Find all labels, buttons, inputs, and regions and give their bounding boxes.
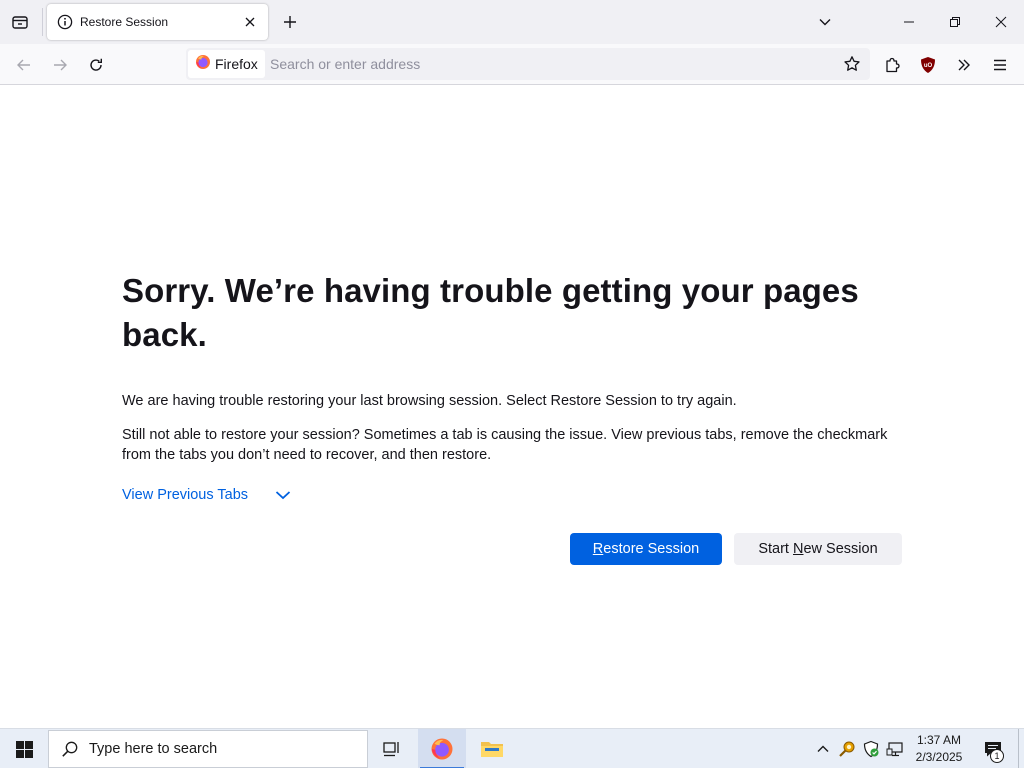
key-search-icon <box>839 741 855 757</box>
arrow-left-icon <box>17 59 30 71</box>
info-icon <box>57 14 73 30</box>
search-icon <box>61 740 79 758</box>
tab-list-button[interactable] <box>8 10 32 34</box>
tab-list-icon <box>12 16 28 29</box>
new-session-label-end: ew Session <box>803 541 878 557</box>
restore-accesskey: R <box>592 541 604 557</box>
arrow-right-icon <box>54 59 67 71</box>
taskbar-search-box[interactable]: Type here to search <box>48 730 368 768</box>
tab-restore-session[interactable]: Restore Session <box>47 4 268 40</box>
taskbar-file-explorer[interactable] <box>468 729 516 768</box>
tray-key-app[interactable] <box>837 739 857 759</box>
reload-icon <box>90 58 102 71</box>
task-view-button[interactable] <box>368 729 416 768</box>
ublock-shield-icon: uO <box>921 57 935 73</box>
page-content: Sorry. We’re having trouble getting your… <box>0 86 1024 728</box>
page-title: Sorry. We’re having trouble getting your… <box>122 272 859 353</box>
start-button[interactable] <box>0 729 48 768</box>
restore-label: estore Session <box>603 541 700 557</box>
taskbar-search-placeholder: Type here to search <box>89 741 218 757</box>
navigation-toolbar: Firefox uO <box>0 44 1024 85</box>
chevron-down-icon <box>274 486 292 504</box>
minimize-icon <box>904 21 914 23</box>
ublock-origin-button[interactable]: uO <box>914 51 942 79</box>
clock-time: 1:37 AM <box>916 733 962 747</box>
taskbar-firefox[interactable] <box>418 729 466 768</box>
hamburger-icon <box>994 59 1006 71</box>
view-previous-tabs-toggle[interactable]: View Previous Tabs <box>122 486 292 504</box>
close-window-icon <box>995 16 1007 28</box>
restore-help-text: Still not able to restore your session? … <box>122 427 888 463</box>
clock-date: 2/3/2025 <box>915 750 963 764</box>
url-bar[interactable]: Firefox <box>186 48 870 80</box>
task-view-icon <box>383 742 399 757</box>
action-center-button[interactable]: 1 <box>978 729 1008 768</box>
star-icon <box>844 56 860 71</box>
bookmark-button[interactable] <box>840 52 864 76</box>
windows-logo-icon <box>15 740 33 758</box>
list-all-tabs-button[interactable] <box>813 10 837 34</box>
app-menu-button[interactable] <box>986 51 1014 79</box>
chevron-double-right-icon <box>958 59 970 71</box>
new-session-label-start: Start <box>758 541 793 557</box>
tray-windows-security[interactable] <box>861 739 881 759</box>
puzzle-icon <box>886 57 900 73</box>
view-previous-tabs-label: View Previous Tabs <box>122 487 249 503</box>
reload-button[interactable] <box>82 51 110 79</box>
new-session-accesskey: N <box>793 541 804 557</box>
firefox-logo-icon <box>195 54 211 75</box>
svg-text:uO: uO <box>924 63 933 69</box>
plus-icon <box>284 16 296 28</box>
restore-window-icon <box>950 17 960 27</box>
windows-taskbar: Type here to search 1:37 AM 2/3/2025 1 <box>0 728 1024 768</box>
tab-close-button[interactable] <box>238 10 262 34</box>
notification-count-badge: 1 <box>990 749 1004 763</box>
start-new-session-button[interactable]: Start New Session <box>734 533 902 565</box>
restore-window-button[interactable] <box>932 0 978 44</box>
tab-strip: Restore Session <box>0 0 1024 44</box>
tab-title: Restore Session <box>80 15 169 29</box>
chevron-up-icon <box>817 745 829 752</box>
tray-network[interactable] <box>885 739 905 759</box>
show-hidden-icons-button[interactable] <box>813 739 833 759</box>
overflow-menu-button[interactable] <box>950 51 978 79</box>
back-button[interactable] <box>10 51 38 79</box>
restore-session-button[interactable]: Restore Session <box>570 533 722 565</box>
address-input[interactable] <box>270 52 830 76</box>
new-tab-button[interactable] <box>278 10 302 34</box>
shield-check-icon <box>863 740 879 758</box>
forward-button[interactable] <box>46 51 74 79</box>
chevron-down-icon <box>819 19 831 26</box>
taskbar-clock[interactable]: 1:37 AM 2/3/2025 <box>908 731 970 767</box>
minimize-button[interactable] <box>886 0 932 44</box>
identity-box[interactable]: Firefox <box>188 50 265 78</box>
firefox-logo-icon <box>431 738 453 760</box>
tab-separator <box>42 8 43 36</box>
close-icon <box>245 17 255 27</box>
network-icon <box>886 742 903 757</box>
close-window-button[interactable] <box>978 0 1024 44</box>
show-desktop-button[interactable] <box>1018 729 1024 768</box>
identity-label: Firefox <box>215 56 258 72</box>
extensions-button[interactable] <box>878 51 906 79</box>
restore-description: We are having trouble restoring your las… <box>122 393 737 409</box>
folder-icon <box>481 742 503 757</box>
